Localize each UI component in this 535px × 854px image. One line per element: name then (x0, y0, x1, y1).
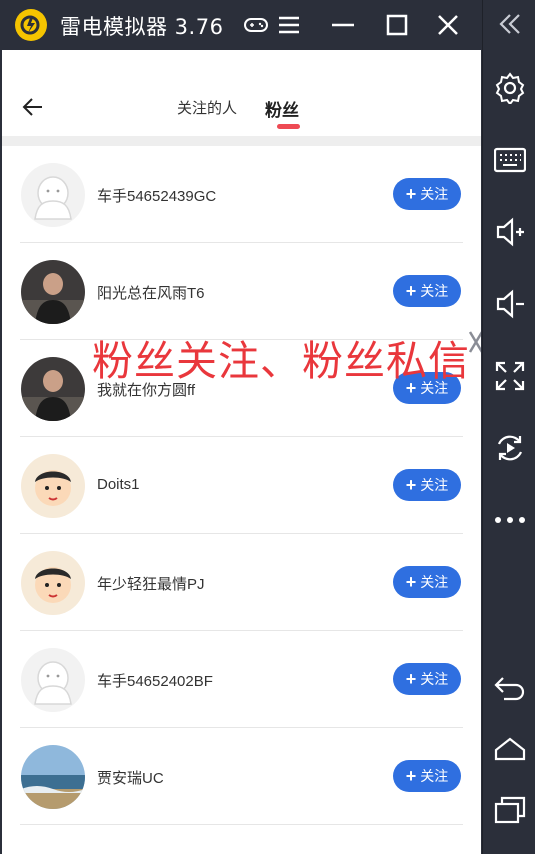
avatar[interactable] (21, 454, 85, 518)
minimize-icon[interactable] (330, 0, 356, 50)
fans-list: 车手54652439GC + 关注 阳光总在风雨T6 + 关注 我就在你方圆ff + 关注 Doi… (2, 146, 481, 825)
active-tab-indicator (277, 124, 300, 129)
list-item[interactable]: 贾安瑞UC + 关注 (2, 728, 481, 825)
volume-down-icon[interactable] (483, 280, 535, 328)
user-name[interactable]: Doits1 (97, 476, 140, 493)
follow-button[interactable]: + 关注 (393, 760, 461, 792)
phone-screen: 关注的人 粉丝 车手54652439GC + 关注 阳光总在风雨T6 + 关注 我就在你方圆… (2, 50, 481, 854)
home-icon[interactable] (483, 726, 535, 774)
user-name[interactable]: 车手54652439GC (97, 185, 216, 206)
tab-fans[interactable]: 粉丝 (265, 96, 299, 121)
follow-button[interactable]: + 关注 (393, 566, 461, 598)
avatar[interactable] (21, 551, 85, 615)
emulator-sidebar (482, 0, 535, 854)
follow-button-label: 关注 (420, 768, 449, 784)
follow-button[interactable]: + 关注 (393, 663, 461, 695)
tab-following[interactable]: 关注的人 (177, 97, 237, 118)
menu-icon[interactable] (276, 0, 302, 50)
maximize-icon[interactable] (384, 0, 410, 50)
follow-button-label: 关注 (420, 671, 449, 687)
list-item[interactable]: Doits1 + 关注 (2, 437, 481, 534)
page-header: 关注的人 粉丝 (2, 50, 481, 138)
fullscreen-icon[interactable] (483, 352, 535, 400)
follow-button[interactable]: + 关注 (393, 178, 461, 210)
plus-icon: + (405, 572, 417, 592)
follow-button-label: 关注 (420, 186, 449, 202)
follow-button-label: 关注 (420, 477, 449, 493)
more-icon[interactable] (483, 496, 535, 544)
plus-icon: + (405, 475, 417, 495)
gamepad-icon[interactable] (243, 0, 269, 50)
plus-icon: + (405, 281, 417, 301)
arrow-left-icon[interactable] (22, 96, 44, 118)
plus-icon: + (405, 766, 417, 786)
list-item[interactable]: 车手54652402BF + 关注 (2, 631, 481, 728)
window-title: 雷电模拟器 3.76 (60, 15, 224, 39)
gear-icon[interactable] (483, 64, 535, 112)
avatar[interactable] (21, 745, 85, 809)
avatar[interactable] (21, 357, 85, 421)
plus-icon: + (405, 184, 417, 204)
volume-up-icon[interactable] (483, 208, 535, 256)
avatar[interactable] (21, 260, 85, 324)
overlay-caption: 粉丝关注、粉丝私信 (92, 337, 470, 385)
follow-button-label: 关注 (420, 283, 449, 299)
title-bar: 雷电模拟器 3.76 (0, 0, 482, 50)
list-item[interactable]: 年少轻狂最情PJ + 关注 (2, 534, 481, 631)
keyboard-icon[interactable] (483, 136, 535, 184)
recent-apps-icon[interactable] (483, 786, 535, 834)
user-name[interactable]: 车手54652402BF (97, 670, 213, 691)
plus-icon: + (405, 669, 417, 689)
follow-button[interactable]: + 关注 (393, 275, 461, 307)
close-icon[interactable] (435, 0, 461, 50)
follow-button-label: 关注 (420, 574, 449, 590)
list-item[interactable]: 阳光总在风雨T6 + 关注 (2, 243, 481, 340)
follow-button[interactable]: + 关注 (393, 469, 461, 501)
user-name[interactable]: 年少轻狂最情PJ (97, 573, 205, 594)
avatar[interactable] (21, 163, 85, 227)
row-divider (20, 824, 463, 825)
back-icon[interactable] (483, 664, 535, 712)
divider (2, 136, 481, 146)
sync-icon[interactable] (483, 424, 535, 472)
avatar[interactable] (21, 648, 85, 712)
list-item[interactable]: 车手54652439GC + 关注 (2, 146, 481, 243)
user-name[interactable]: 阳光总在风雨T6 (97, 282, 205, 303)
app-logo (15, 9, 47, 41)
user-name[interactable]: 贾安瑞UC (97, 767, 164, 788)
collapse-icon[interactable] (483, 0, 535, 48)
